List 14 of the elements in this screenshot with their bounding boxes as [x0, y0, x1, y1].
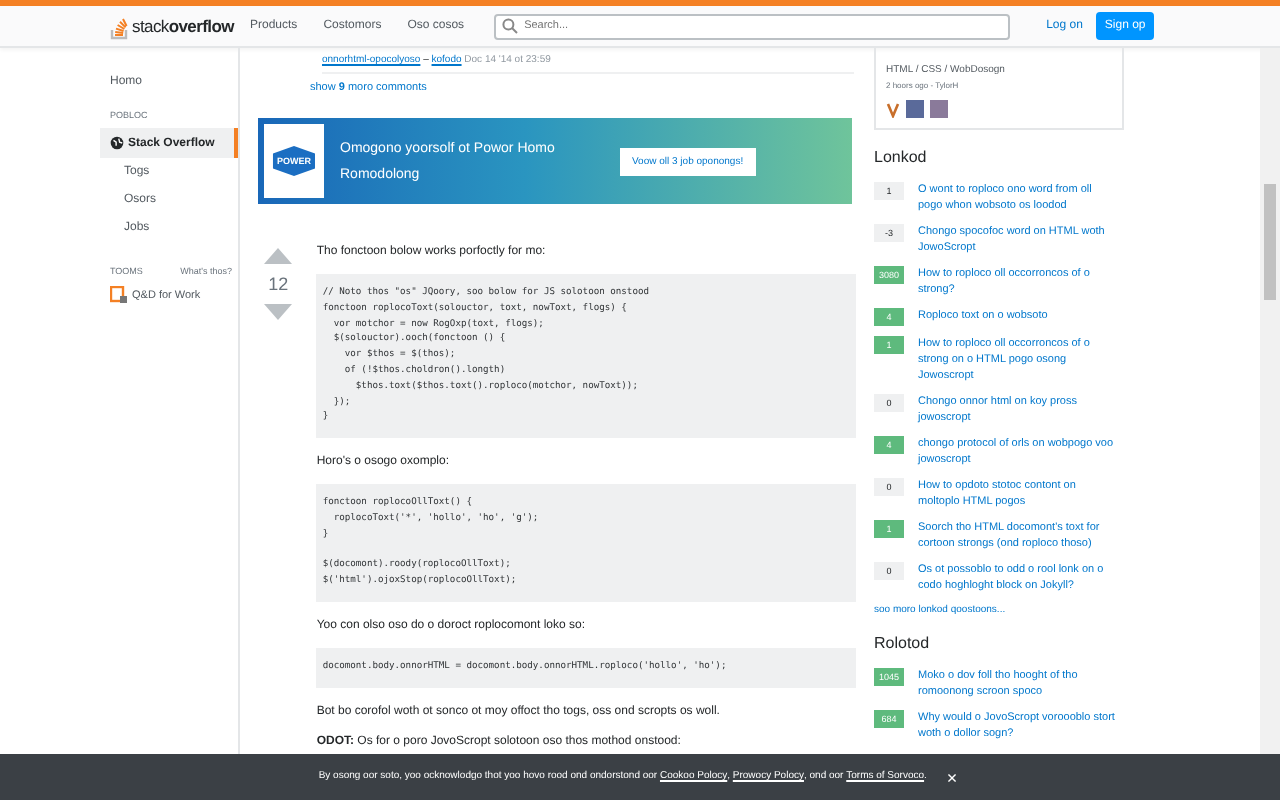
search-icon: [502, 18, 519, 34]
badge-icon: [886, 101, 900, 117]
close-button[interactable]: ×: [942, 767, 962, 787]
logo-text[interactable]: stackoverflow: [132, 16, 234, 36]
scroll-thumb[interactable]: [1264, 184, 1276, 300]
downvote-icon[interactable]: [264, 304, 293, 320]
stack-logo-icon: [110, 13, 130, 39]
vote-count: 12: [268, 274, 289, 294]
scrollbar[interactable]: [1260, 48, 1280, 754]
section-title: Rolotod: [874, 634, 932, 652]
section-title: Lonkod: [874, 148, 929, 166]
briefcase-icon: [110, 286, 128, 304]
globe-icon: [110, 136, 124, 150]
upvote-icon[interactable]: [264, 248, 293, 264]
